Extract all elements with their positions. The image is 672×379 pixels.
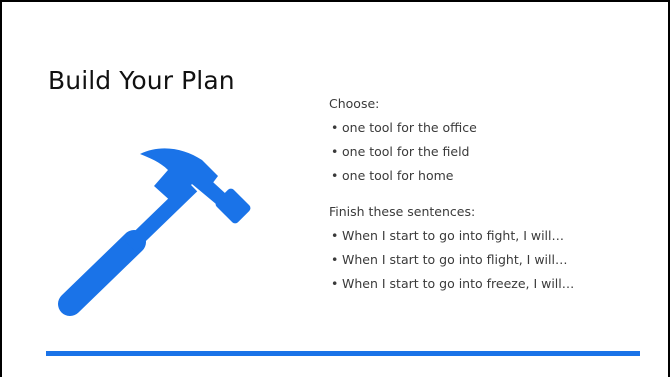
list-item: • When I start to go into freeze, I will… [331,276,575,291]
choose-heading: Choose: [329,96,380,111]
list-item: • When I start to go into fight, I will… [331,228,564,243]
list-item: • one tool for the office [331,120,477,135]
list-item: • one tool for the field [331,144,470,159]
slide: Build Your Plan Choose: • one tool for th… [0,0,670,377]
plan-instructions: Choose: • one tool for the office • one to… [329,92,649,296]
footer-divider [46,351,640,356]
hammer-icon [58,148,251,316]
finish-heading: Finish these sentences: [329,204,476,219]
slide-title: Build Your Plan [48,66,235,95]
list-item: • one tool for home [331,168,454,183]
list-item: • When I start to go into flight, I will… [331,252,568,267]
